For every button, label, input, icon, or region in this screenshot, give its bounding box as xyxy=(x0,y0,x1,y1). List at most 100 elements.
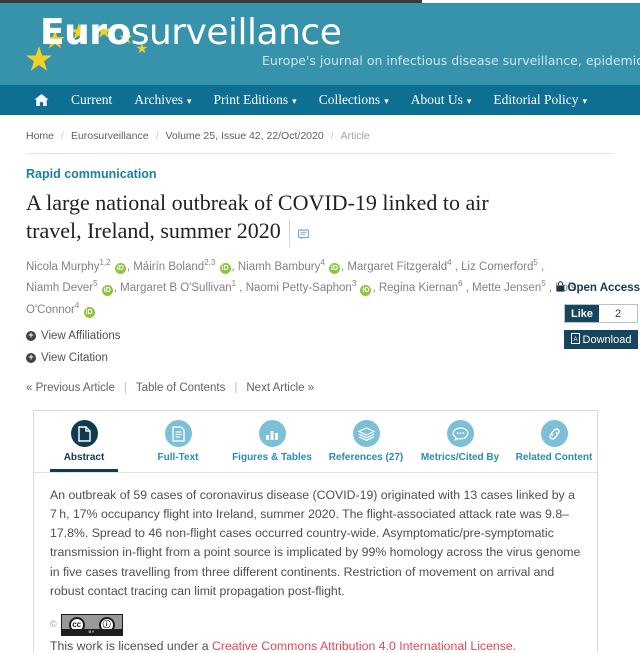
breadcrumb-item-journal[interactable]: Eurosurveillance xyxy=(71,130,149,142)
view-citation-link[interactable]: + View Citation xyxy=(26,352,614,364)
breadcrumb-divider xyxy=(26,153,614,154)
bar-chart-icon xyxy=(258,420,286,448)
download-label: Download xyxy=(582,333,632,346)
tab-figures-tables[interactable]: Figures & Tables xyxy=(232,420,312,467)
breadcrumb-item-article: Article xyxy=(340,130,370,142)
abstract-text: An outbreak of 59 cases of coronavirus d… xyxy=(50,488,581,598)
abstract-panel: An outbreak of 59 cases of coronavirus d… xyxy=(34,472,597,653)
site-logo[interactable]: Eurosurveillance xyxy=(26,12,342,71)
article-actions: Like 2 A Download xyxy=(564,304,640,349)
nav-label-print-editions: Print Editions xyxy=(213,92,289,107)
nav-item-print-editions[interactable]: Print Editions ▾ xyxy=(214,92,297,108)
license-prefix: This work is licensed under a xyxy=(50,638,212,653)
nav-label-collections: Collections xyxy=(318,92,381,107)
nav-item-archives[interactable]: Archives ▾ xyxy=(134,92,191,108)
author-row-1: Nicola Murphy1,2 iD, Máirín Boland2,3 iD… xyxy=(26,257,545,275)
page-title: A large national outbreak of COVID-19 li… xyxy=(26,189,526,247)
full-text-icon xyxy=(164,420,192,448)
open-access-label: Open Access xyxy=(567,282,640,294)
view-citation-label: View Citation xyxy=(41,352,108,365)
article-type-label[interactable]: Rapid communication xyxy=(26,167,157,181)
site-masthead: Eurosurveillance Europe's journal on inf… xyxy=(0,3,640,85)
speech-bubble-icon xyxy=(446,420,474,448)
breadcrumb: Home / Eurosurveillance / Volume 25, Iss… xyxy=(26,115,614,142)
stacked-pages-icon xyxy=(352,420,380,448)
chevron-down-icon: ▾ xyxy=(292,95,297,106)
site-tagline: Europe's journal on infectious disease s… xyxy=(262,53,640,68)
chevron-down-icon: ▾ xyxy=(582,95,588,106)
breadcrumb-separator: / xyxy=(330,130,334,142)
active-tab-underline xyxy=(50,469,118,473)
orcid-icon[interactable]: iD xyxy=(101,284,113,296)
plus-circle-icon: + xyxy=(26,331,36,342)
view-affiliations-label: View Affiliations xyxy=(41,330,121,343)
copyright-symbol: © xyxy=(50,618,57,629)
cc-by-strip: BY xyxy=(61,628,122,635)
author-list: Nicola Murphy1,2 iD, Máirín Boland2,3 iD… xyxy=(26,256,614,321)
author-row-2: Niamh Dever5 iD, Margaret B O'Sullivan1 … xyxy=(26,279,577,318)
tab-abstract[interactable]: Abstract xyxy=(48,420,120,473)
tab-full-text[interactable]: Full-Text xyxy=(142,420,214,467)
nav-item-current[interactable]: Current xyxy=(71,92,112,108)
license-link[interactable]: Creative Commons Attribution 4.0 Interna… xyxy=(212,639,516,653)
nav-label-editorial-policy: Editorial Policy xyxy=(493,92,579,107)
license-block: © cc ⓘ BY xyxy=(50,613,581,636)
svg-text:A: A xyxy=(573,337,577,343)
view-affiliations-link[interactable]: + View Affiliations xyxy=(26,330,614,342)
previous-article-link[interactable]: « Previous Article xyxy=(26,382,115,394)
home-icon xyxy=(34,93,49,107)
tab-related-content[interactable]: Related Content xyxy=(515,420,593,467)
next-article-link[interactable]: Next Article » xyxy=(246,382,314,394)
pdf-icon: A xyxy=(570,332,580,347)
chevron-down-icon: ▾ xyxy=(186,95,192,106)
orcid-icon[interactable]: iD xyxy=(83,306,95,318)
nav-label-current: Current xyxy=(71,92,113,107)
like-button[interactable]: Like xyxy=(565,305,600,322)
article-tab-panel: Abstract Full-Text Figures & Tables Refe… xyxy=(33,410,598,653)
article-pagination: « Previous Article | Table of Contents |… xyxy=(26,382,614,394)
tab-bar: Abstract Full-Text Figures & Tables Refe… xyxy=(34,411,597,473)
nav-item-about-us[interactable]: About Us ▾ xyxy=(411,92,472,108)
comment-icon[interactable] xyxy=(288,218,309,247)
tab-label-figures-tables: Figures & Tables xyxy=(232,452,312,464)
article-title-text: A large national outbreak of COVID-19 li… xyxy=(26,190,489,243)
tab-label-related-content: Related Content xyxy=(515,452,593,464)
like-count: 2 xyxy=(599,305,637,322)
tab-metrics-cited-by[interactable]: Metrics/Cited By xyxy=(421,420,499,467)
breadcrumb-item-home[interactable]: Home xyxy=(26,130,54,142)
breadcrumb-separator: / xyxy=(61,130,64,142)
breadcrumb-item-issue[interactable]: Volume 25, Issue 42, 22/Oct/2020 xyxy=(165,130,323,142)
nav-label-about-us: About Us xyxy=(410,92,463,107)
tab-label-references: References (27) xyxy=(328,452,404,464)
download-button[interactable]: A Download xyxy=(564,330,638,349)
creative-commons-icon[interactable]: cc ⓘ BY xyxy=(60,613,123,636)
chevron-down-icon: ▾ xyxy=(384,95,389,106)
orcid-icon[interactable]: iD xyxy=(329,263,341,275)
orcid-icon[interactable]: iD xyxy=(114,263,126,275)
table-of-contents-link[interactable]: Table of Contents xyxy=(136,382,226,394)
link-chain-icon xyxy=(540,420,568,448)
pagination-separator: | xyxy=(234,382,238,395)
lock-icon xyxy=(556,281,565,295)
chevron-down-icon: ▾ xyxy=(466,95,472,106)
license-statement: This work is licensed under a Creative C… xyxy=(50,639,581,653)
tab-label-abstract: Abstract xyxy=(63,452,105,464)
orcid-icon[interactable]: iD xyxy=(219,263,231,275)
logo-wordmark: Eurosurveillance xyxy=(30,12,342,53)
breadcrumb-separator: / xyxy=(155,130,159,142)
nav-item-collections[interactable]: Collections ▾ xyxy=(319,92,389,108)
orcid-icon[interactable]: iD xyxy=(360,284,372,296)
nav-item-home[interactable] xyxy=(34,93,49,107)
pagination-separator: | xyxy=(123,382,127,395)
nav-label-archives: Archives xyxy=(134,92,183,107)
abstract-document-icon xyxy=(70,420,98,448)
tab-references[interactable]: References (27) xyxy=(328,420,404,467)
nav-item-editorial-policy[interactable]: Editorial Policy ▾ xyxy=(493,92,587,108)
page-content: Home / Eurosurveillance / Volume 25, Iss… xyxy=(0,115,640,653)
logo-surveillance: surveillance xyxy=(130,12,342,53)
open-access-badge: Open Access xyxy=(556,281,640,295)
tab-label-full-text: Full-Text xyxy=(157,452,199,464)
plus-circle-icon: + xyxy=(26,353,36,364)
like-widget[interactable]: Like 2 xyxy=(564,304,638,323)
logo-euro: Euro xyxy=(40,12,131,53)
